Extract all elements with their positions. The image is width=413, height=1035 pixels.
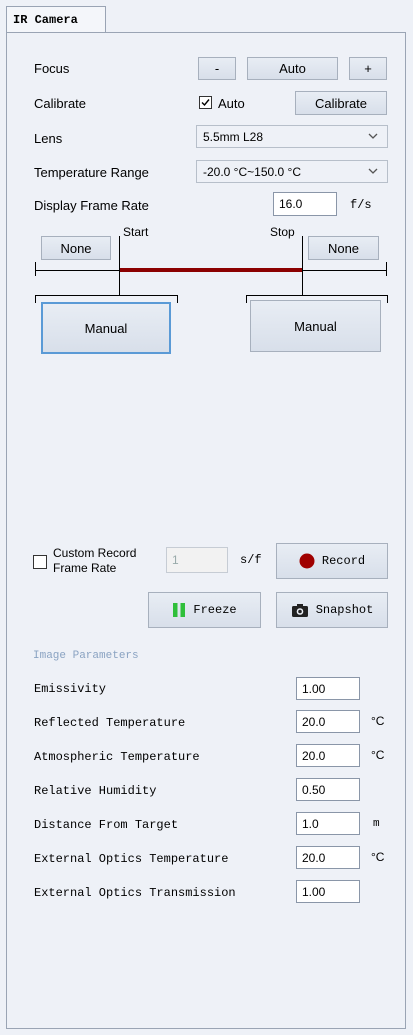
tab-ir-camera[interactable]: IR Camera (6, 6, 106, 33)
stop-handle[interactable] (302, 236, 303, 295)
start-handle[interactable] (119, 236, 120, 295)
start-bracket-right (177, 295, 178, 303)
stop-bracket-left (246, 295, 247, 303)
lens-select-value: 5.5mm L28 (203, 129, 264, 144)
stop-bracket (246, 295, 388, 296)
stop-none-button[interactable]: None (308, 236, 379, 260)
temperature-range-label: Temperature Range (34, 165, 149, 180)
focus-plus-button[interactable]: + (349, 57, 387, 80)
focus-minus-button[interactable]: - (198, 57, 236, 80)
frame-rate-unit: f/s (350, 198, 372, 212)
atmospheric-temperature-label: Atmospheric Temperature (34, 750, 200, 764)
relative-humidity-input[interactable]: 0.50 (296, 778, 360, 801)
record-frame-rate-unit: s/f (240, 553, 262, 567)
slider-range-bar[interactable] (119, 268, 303, 272)
reflected-temperature-unit: °C (371, 714, 385, 728)
snapshot-button-label: Snapshot (315, 603, 374, 617)
external-optics-temperature-unit: °C (371, 850, 385, 864)
snapshot-button[interactable]: Snapshot (276, 592, 388, 628)
stop-label: Stop (270, 225, 295, 239)
lens-select[interactable]: 5.5mm L28 (196, 125, 388, 148)
start-manual-button[interactable]: Manual (41, 302, 171, 354)
freeze-button-label: Freeze (193, 603, 237, 617)
external-optics-transmission-label: External Optics Transmission (34, 886, 236, 900)
calibrate-auto-checkbox[interactable] (199, 96, 212, 109)
slider-track-right-end (386, 262, 387, 276)
image-parameters-heading: Image Parameters (33, 650, 139, 662)
reflected-temperature-input[interactable]: 20.0 (296, 710, 360, 733)
chevron-down-icon (368, 168, 378, 174)
temperature-range-value: -20.0 °C~150.0 °C (203, 164, 301, 179)
camera-icon (291, 603, 308, 617)
checkmark-icon (201, 99, 210, 107)
record-frame-rate-input[interactable]: 1 (166, 547, 228, 573)
external-optics-temperature-label: External Optics Temperature (34, 852, 229, 866)
lens-label: Lens (34, 131, 63, 146)
atmospheric-temperature-unit: °C (371, 748, 385, 762)
stop-bracket-right (387, 295, 388, 303)
emissivity-input[interactable]: 1.00 (296, 677, 360, 700)
external-optics-transmission-input[interactable]: 1.00 (296, 880, 360, 903)
display-frame-rate-input[interactable]: 16.0 (273, 192, 337, 216)
focus-auto-button[interactable]: Auto (247, 57, 338, 80)
relative-humidity-label: Relative Humidity (34, 784, 157, 798)
frame-rate-label: Frame Rate (53, 561, 117, 575)
distance-unit: m (373, 818, 380, 830)
record-button[interactable]: Record (276, 543, 388, 579)
chevron-down-icon (368, 133, 378, 139)
record-button-label: Record (321, 554, 366, 568)
reflected-temperature-label: Reflected Temperature (34, 716, 186, 730)
external-optics-temperature-input[interactable]: 20.0 (296, 846, 360, 869)
stop-manual-button[interactable]: Manual (250, 300, 381, 352)
calibrate-button[interactable]: Calibrate (295, 91, 387, 115)
record-icon (299, 553, 315, 569)
emissivity-label: Emissivity (34, 682, 107, 696)
focus-label: Focus (34, 61, 70, 76)
freeze-button[interactable]: Freeze (148, 592, 261, 628)
calibrate-auto-label: Auto (218, 96, 245, 111)
custom-record-frame-rate-checkbox[interactable] (33, 555, 47, 569)
distance-from-target-input[interactable]: 1.0 (296, 812, 360, 835)
distance-from-target-label: Distance From Target (34, 818, 179, 832)
start-none-button[interactable]: None (41, 236, 111, 260)
pause-icon (173, 603, 186, 617)
calibrate-label: Calibrate (34, 96, 87, 111)
start-bracket-left (35, 295, 36, 303)
start-label: Start (123, 225, 149, 239)
custom-record-label: Custom Record (53, 546, 137, 560)
start-bracket (35, 295, 178, 296)
atmospheric-temperature-input[interactable]: 20.0 (296, 744, 360, 767)
temperature-range-select[interactable]: -20.0 °C~150.0 °C (196, 160, 388, 183)
display-frame-rate-label: Display Frame Rate (34, 198, 149, 213)
slider-track-left-end (35, 262, 36, 276)
